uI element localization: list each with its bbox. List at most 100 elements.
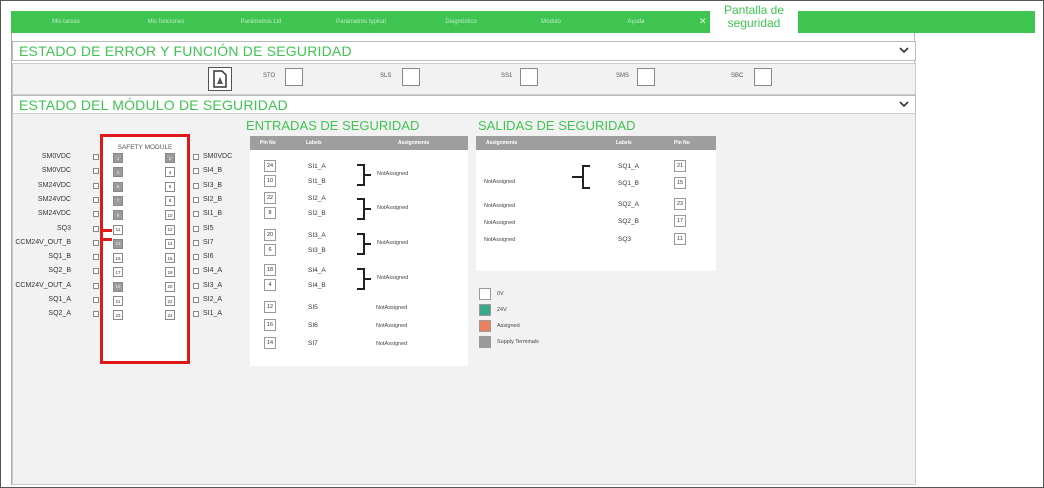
connector-dot [193,297,199,303]
module-pin-left[interactable]: 21 [113,296,123,306]
output-pin-box[interactable]: 15 [674,177,686,189]
sbc-label: SBC [731,73,744,79]
sto-label: STO [263,73,276,79]
tab-3[interactable]: Parámetros Lid [216,11,306,33]
input-pin-box[interactable]: 14 [264,337,276,349]
input-assignment: NotAssigned [376,323,408,329]
connector-dot [93,211,99,218]
report-icon[interactable] [208,67,232,91]
module-pin-left[interactable]: 19 [113,281,123,292]
module-pin-right[interactable]: 10 [165,210,175,221]
input-label: SI4_B [308,282,326,289]
bracket-tick [365,243,371,245]
input-label: SI4_A [308,267,326,274]
tab-6[interactable]: Módulo [516,11,586,33]
module-pin-right[interactable]: 20 [165,281,175,292]
module-pin-left[interactable]: 15 [113,253,123,264]
module-section-header[interactable]: ESTADO DEL MÓDULO DE SEGURIDAD [12,95,916,115]
module-right-label: SI2_B [203,195,223,203]
module-pin-right[interactable]: 18 [165,267,175,278]
input-pin-box[interactable]: 24 [264,160,276,172]
sms-label: SMS [616,73,630,79]
input-pin-box[interactable]: 12 [264,301,276,313]
output-pin-box[interactable]: 21 [674,160,686,172]
module-pin-right[interactable]: 8 [165,195,175,206]
module-pin-left[interactable]: 1 [113,153,123,163]
module-pin-left[interactable]: 13 [113,238,123,249]
module-pin-right[interactable]: 4 [165,167,175,178]
connector-dot [193,254,199,261]
output-assignment: NotAssigned [484,237,516,243]
input-pin-box[interactable]: 16 [264,319,276,331]
module-pin-right[interactable]: 12 [165,224,175,235]
sms-status [637,68,655,86]
outputs-header-assign: Assignments [486,140,518,146]
output-pin-box[interactable]: 17 [674,215,686,227]
tab-5[interactable]: Diagnóstico [416,11,506,33]
outputs-title: SALIDAS DE SEGURIDAD [478,118,636,133]
input-label: SI7 [308,340,318,347]
legend-assigned-label: Assigned [497,323,520,329]
module-pin-right[interactable]: 6 [165,181,175,192]
module-pin-right[interactable]: 16 [165,253,175,264]
bracket-tick [365,174,371,176]
connector-dot [93,268,99,275]
close-tab-icon[interactable]: ✕ [699,16,707,27]
module-left-label: SQ1_B [48,253,71,261]
tab-1[interactable]: Mis tareas [21,11,111,33]
module-right-label: SI2_A [203,296,223,303]
module-pin-left[interactable]: 9 [113,210,123,221]
input-label: SI3_A [308,232,326,239]
connector-dot [193,211,199,218]
output-assignment: NotAssigned [484,203,516,209]
module-pin-left[interactable]: 5 [113,181,123,192]
output-group-bracket [582,165,590,189]
input-label: SI1_A [308,163,326,170]
tab-4[interactable]: Parámetros typical [316,11,406,33]
legend-0v-swatch [479,288,491,300]
module-pin-left[interactable]: 3 [113,167,123,178]
module-left-label: SQ2_A [48,310,71,318]
tab-7[interactable]: Ayuda [601,11,671,33]
module-pin-left[interactable]: 17 [113,267,123,278]
input-group-assignment: NotAssigned [377,240,409,246]
module-pin-right[interactable]: 22 [165,296,175,306]
connector-dot [193,268,199,275]
connector-dot [93,311,99,318]
chevron-down-icon[interactable] [899,99,909,109]
input-pin-box[interactable]: 6 [264,244,276,256]
inputs-header-labels: Labels [306,140,322,146]
module-left-label: SQ1_A [48,296,71,303]
input-pin-box[interactable]: 4 [264,279,276,291]
connector-dot [93,182,99,189]
module-pin-left[interactable]: 7 [113,195,123,206]
sto-status [285,68,303,86]
input-pin-box[interactable]: 8 [264,207,276,219]
module-pin-right[interactable]: 2 [165,153,175,163]
connector-dot [93,239,99,246]
module-left-label: SM24VDC [37,195,71,203]
ss1-status [520,68,538,86]
module-pin-right[interactable]: 14 [165,238,175,249]
safety-function-bar: STO SLS SS1 SMS SBC [12,63,916,95]
input-pin-box[interactable]: 10 [264,175,276,187]
connector-dot [93,254,99,261]
tab-safety-screen[interactable]: Pantalla de seguridad [710,3,798,33]
chevron-down-icon[interactable] [899,45,909,55]
input-pin-box[interactable]: 18 [264,264,276,276]
tab-2[interactable]: Mis funciones [121,11,211,33]
input-label: SI2_A [308,195,326,202]
output-pin-box[interactable]: 11 [674,233,686,245]
module-pin-left[interactable]: 23 [113,310,123,321]
input-pin-box[interactable]: 20 [264,229,276,241]
input-pin-box[interactable]: 22 [264,192,276,204]
module-pin-left[interactable]: 11 [113,224,123,235]
input-group-assignment: NotAssigned [377,205,409,211]
error-section-header[interactable]: ESTADO DE ERROR Y FUNCIÓN DE SEGURIDAD [12,41,916,61]
module-left-label: SM24VDC [37,210,71,218]
module-left-label: CCM24V_OUT_B [15,238,71,246]
bracket-tick [572,176,582,178]
output-pin-box[interactable]: 23 [674,198,686,210]
connector-dot [193,282,199,289]
module-pin-right[interactable]: 24 [165,310,175,321]
